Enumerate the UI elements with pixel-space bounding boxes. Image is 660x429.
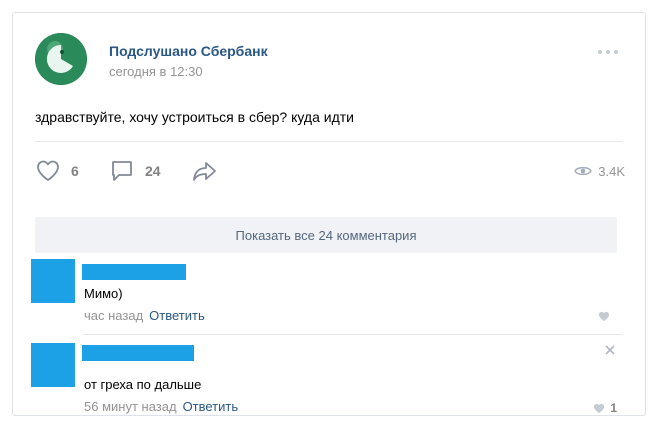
reply-button[interactable]: Ответить <box>183 399 239 414</box>
comment-timestamp[interactable]: 56 минут назад <box>84 399 177 414</box>
views-count: 3.4K <box>598 163 625 179</box>
comment-timestamp[interactable]: час назад <box>84 308 143 323</box>
post-timestamp[interactable]: сегодня в 12:30 <box>109 64 203 79</box>
comment-like-button[interactable] <box>598 311 615 322</box>
comment-count: 24 <box>145 163 161 179</box>
comment-meta: час назад Ответить <box>84 308 205 323</box>
comment-text: от греха по дальше <box>84 377 202 392</box>
comment-author-name-redacted[interactable] <box>82 345 194 361</box>
comment-author-avatar[interactable] <box>31 259 75 303</box>
eye-icon <box>574 166 593 176</box>
comment-author-name-redacted[interactable] <box>82 264 186 280</box>
like-button[interactable]: 6 <box>35 158 79 184</box>
group-avatar[interactable] <box>35 33 87 85</box>
comment-meta: 56 минут назад Ответить <box>84 399 238 414</box>
divider <box>83 334 623 335</box>
heart-icon <box>598 311 610 322</box>
views-counter: 3.4K <box>574 158 625 184</box>
comment-author-avatar[interactable] <box>31 343 75 387</box>
post-text: здравствуйте, хочу устроиться в сбер? ку… <box>35 109 354 125</box>
heart-icon <box>37 160 59 181</box>
divider <box>35 141 623 142</box>
group-name-link[interactable]: Подслушано Сбербанк <box>109 43 268 59</box>
more-icon[interactable] <box>597 49 619 55</box>
share-icon <box>193 162 216 181</box>
comment-text: Мимо) <box>84 286 123 301</box>
comment-icon <box>112 161 132 181</box>
comment-item: Мимо) час назад Ответить <box>31 259 623 329</box>
comment-button[interactable]: 24 <box>109 158 161 184</box>
share-button[interactable] <box>191 158 219 184</box>
close-icon[interactable] <box>605 345 615 355</box>
reply-button[interactable]: Ответить <box>149 308 205 323</box>
comment-like-button[interactable]: 1 <box>593 401 617 415</box>
show-all-comments-button[interactable]: Показать все 24 комментария <box>35 217 617 253</box>
post-actions: 6 24 3.4K <box>35 158 625 184</box>
comment-like-count: 1 <box>610 401 617 415</box>
comment-item: от греха по дальше 56 минут назад Ответит… <box>31 343 623 415</box>
post-card: Подслушано Сбербанк сегодня в 12:30 здра… <box>12 12 646 416</box>
heart-icon <box>594 403 605 413</box>
like-count: 6 <box>71 163 79 179</box>
group-logo-icon <box>35 33 87 85</box>
